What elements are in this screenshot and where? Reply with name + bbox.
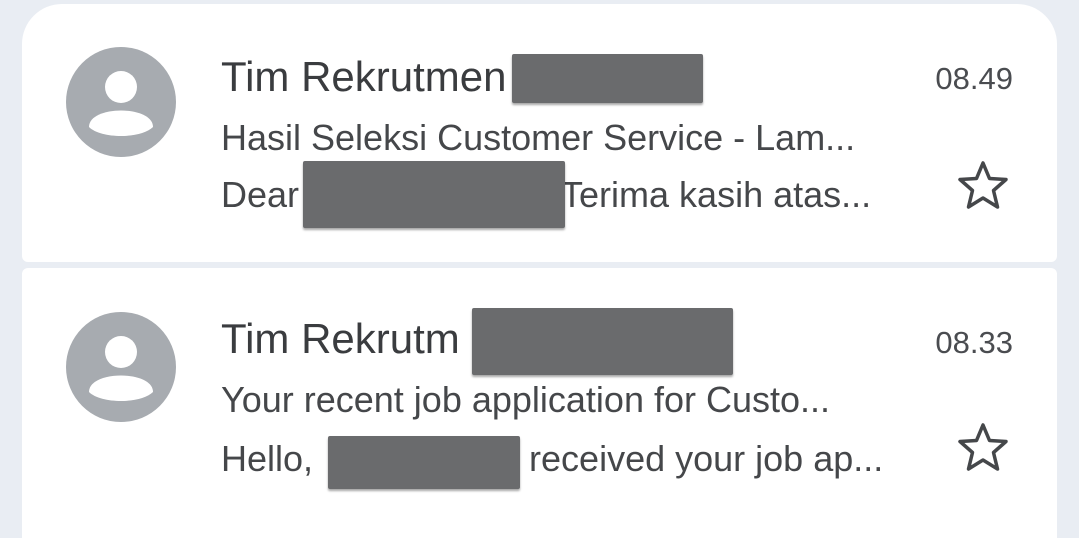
email-time: 08.33 [935,325,1013,360]
email-time: 08.49 [935,61,1013,96]
star-outline-icon [958,161,1008,209]
snippet-end: Terima kasih atas... [561,174,872,215]
email-subject: Your recent job application for Custo... [221,379,831,420]
person-icon [89,71,153,136]
sender-avatar-icon[interactable] [66,47,176,157]
redacted-block [328,436,520,489]
email-subject: Hasil Seleksi Customer Service - Lam... [221,117,856,158]
redacted-block [303,161,565,228]
person-icon [89,336,153,401]
snippet-start: Hello, [221,438,314,479]
star-button[interactable] [955,158,1011,214]
star-button[interactable] [955,420,1011,476]
sender-name: Tim Rekrutm [221,315,460,362]
email-list-item[interactable]: Tim Rekrutm 08.33 Your recent job applic… [22,268,1057,538]
email-snippet: Hello, received your job ap... [221,438,883,480]
snippet-end: received your job ap... [529,438,884,479]
star-outline-icon [958,423,1008,471]
email-list-item[interactable]: Tim Rekrutmen 08.49 Hasil Seleksi Custom… [22,4,1057,262]
sender-avatar-icon[interactable] [66,312,176,422]
sender-name: Tim Rekrutmen [221,53,507,100]
redacted-block [472,308,733,375]
redacted-block [512,54,703,103]
snippet-start: Dear [221,174,300,215]
